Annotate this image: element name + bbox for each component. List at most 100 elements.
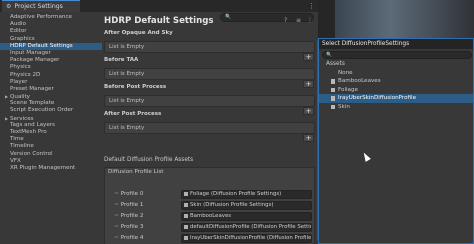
settings-sidebar: Adaptive Performance Audio Editor Graphics H… [0, 14, 102, 172]
profile-label: = Profile 4 [114, 235, 143, 241]
diffusion-list-label: Diffusion Profile List [108, 169, 164, 175]
help-icon[interactable]: ? [284, 17, 287, 24]
sidebar-item-label: Player [10, 78, 28, 85]
profile-value: IrayUberSkinDiffusionProfile (Diffusion … [190, 235, 312, 241]
add-button[interactable]: + [303, 53, 314, 61]
gear-icon: ⚙ [6, 3, 12, 10]
asset-list-item[interactable]: IrayUberSkinDiffusionProfile [319, 94, 473, 103]
sidebar-item[interactable]: Physics [6, 64, 102, 71]
add-button[interactable]: + [303, 107, 314, 115]
sidebar-item-label: Adaptive Performance [10, 14, 72, 20]
profile-row: = Profile 1 Skin (Diffusion Profile Settin… [105, 201, 314, 211]
asset-file-icon [331, 87, 335, 93]
profile-object-field[interactable]: defaultDiffusionProfile (Diffusion Profi… [181, 223, 312, 232]
asset-file-icon [184, 202, 188, 207]
sidebar-item-label: Script Execution Order [10, 107, 74, 114]
profile-label: = Profile 0 [114, 191, 143, 197]
asset-list: None BambooLeaves Foliage IrayUberSkinDiffu… [319, 69, 473, 111]
drag-handle-icon[interactable]: = [114, 191, 119, 197]
profile-object-field[interactable]: Foliage (Diffusion Profile Settings) [181, 190, 312, 199]
profile-row: = Profile 3 defaultDiffusionProfile (Diffu… [105, 223, 314, 233]
sidebar-item-label: Audio [10, 21, 26, 28]
preset-icon[interactable]: ≡ [296, 17, 301, 24]
sidebar-item[interactable]: Timeline [6, 143, 102, 150]
sidebar-item-label: Physics 2D [10, 71, 41, 78]
sidebar-item-label: TextMesh Pro [10, 129, 47, 135]
empty-list: List is Empty [104, 68, 315, 80]
profile-object-field[interactable]: Skin (Diffusion Profile Settings) [181, 201, 312, 210]
profile-label-text: Profile 0 [120, 191, 144, 197]
sidebar-item-label: Graphics [10, 35, 35, 42]
select-diffusion-profile-window: Select DiffusionProfileSettings 🔍 Assets… [318, 38, 474, 244]
sidebar-item[interactable]: HDRP Default Settings [0, 42, 102, 50]
asset-file-icon [331, 79, 335, 84]
sidebar-item[interactable]: Adaptive Performance [6, 14, 102, 21]
profile-object-field[interactable]: BambooLeaves [181, 212, 312, 221]
page-title: HDRP Default Settings [104, 16, 214, 26]
sidebar-item[interactable]: Scene Template [6, 100, 102, 107]
sidebar-item-label: Quality [10, 94, 30, 101]
sidebar-item[interactable]: Script Execution Order [6, 107, 102, 114]
asset-list-item[interactable]: None [319, 69, 473, 77]
tab-label: Project Settings [14, 3, 63, 10]
section-label: After Post Process [104, 111, 162, 117]
drag-handle-icon[interactable]: = [114, 202, 119, 208]
profile-row: = Profile 4 IrayUberSkinDiffusionProfile (… [105, 234, 314, 244]
profile-label-text: Profile 3 [120, 224, 144, 230]
asset-item-label: None [338, 70, 353, 76]
drag-handle-icon[interactable]: = [114, 213, 119, 219]
add-button[interactable]: + [303, 80, 314, 88]
sidebar-item[interactable]: Player [6, 79, 102, 86]
sidebar-item-label: Version Control [10, 150, 53, 157]
sidebar-item[interactable]: TextMesh Pro [6, 129, 102, 136]
asset-list-item[interactable]: Skin [319, 103, 473, 111]
sidebar-item[interactable]: Graphics [6, 36, 102, 43]
more-vertical-icon[interactable]: ⋮ [308, 2, 315, 10]
tab-project-settings[interactable]: ⚙ Project Settings [2, 0, 80, 12]
sidebar-item[interactable]: Tags and Layers [6, 122, 102, 129]
sidebar-item[interactable]: VFX [6, 158, 102, 165]
empty-list: List is Empty [104, 41, 315, 53]
sidebar-item[interactable]: ▶ Quality [5, 93, 102, 101]
profile-value: defaultDiffusionProfile (Diffusion Profi… [190, 224, 312, 230]
sidebar-item-label: VFX [10, 157, 21, 164]
profile-row: = Profile 2 BambooLeaves [105, 212, 314, 222]
profile-label-text: Profile 1 [120, 202, 144, 208]
sidebar-item[interactable]: Input Manager [6, 50, 102, 57]
section-label: Before Post Process [104, 84, 167, 90]
sidebar-item[interactable]: Version Control [6, 151, 102, 158]
diffusion-profile-header: Default Diffusion Profile Assets [104, 157, 194, 163]
sidebar-item[interactable]: Time [6, 136, 102, 143]
search-input[interactable]: 🔍 [322, 51, 472, 59]
sidebar-item[interactable]: ▶ Services [5, 115, 102, 122]
asset-item-label: Skin [338, 103, 350, 110]
sidebar-item-label: Input Manager [10, 49, 51, 56]
sidebar-item[interactable]: Package Manager [6, 57, 102, 64]
sidebar-item[interactable]: Editor [6, 28, 102, 35]
sidebar-item[interactable]: Audio [6, 21, 102, 28]
drag-handle-icon[interactable]: = [114, 224, 119, 230]
asset-file-icon [331, 96, 335, 101]
more-vertical-icon[interactable]: ⋮ [307, 17, 313, 24]
asset-file-icon [184, 235, 188, 240]
drag-handle-icon[interactable]: = [114, 235, 119, 241]
asset-item-label: Foliage [338, 86, 358, 93]
asset-list-item[interactable]: BambooLeaves [319, 77, 473, 85]
sidebar-item[interactable]: Preset Manager [6, 86, 102, 93]
profile-value: Foliage (Diffusion Profile Settings) [190, 191, 282, 197]
sidebar-item[interactable]: XR Plugin Management [6, 165, 102, 172]
profile-label-text: Profile 2 [120, 213, 144, 219]
profile-object-field[interactable]: IrayUberSkinDiffusionProfile (Diffusion … [181, 234, 312, 243]
sidebar-item-label: XR Plugin Management [10, 164, 76, 171]
profile-value: Skin (Diffusion Profile Settings) [190, 202, 274, 208]
sidebar-item-label: Editor [10, 28, 27, 35]
asset-list-item[interactable]: Foliage [319, 86, 473, 94]
add-button[interactable]: + [303, 134, 314, 142]
asset-file-icon [184, 213, 188, 218]
section-label: Before TAA [104, 57, 139, 63]
asset-file-icon [331, 104, 335, 110]
project-settings-window: ⚙ Project Settings ⋮ 🔍 Adaptive Performa… [0, 0, 320, 244]
sidebar-item[interactable]: Physics 2D [6, 72, 102, 79]
scene-view-background [335, 0, 474, 38]
assets-label: Assets [326, 61, 345, 67]
